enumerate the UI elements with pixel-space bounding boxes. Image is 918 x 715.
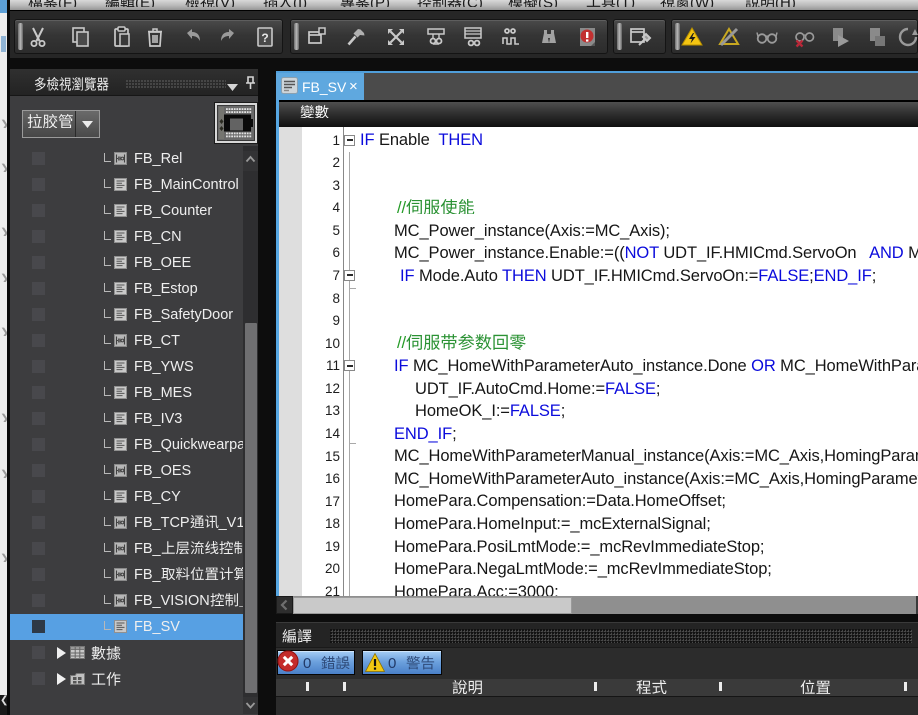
svg-text:?: ? [261,31,268,45]
